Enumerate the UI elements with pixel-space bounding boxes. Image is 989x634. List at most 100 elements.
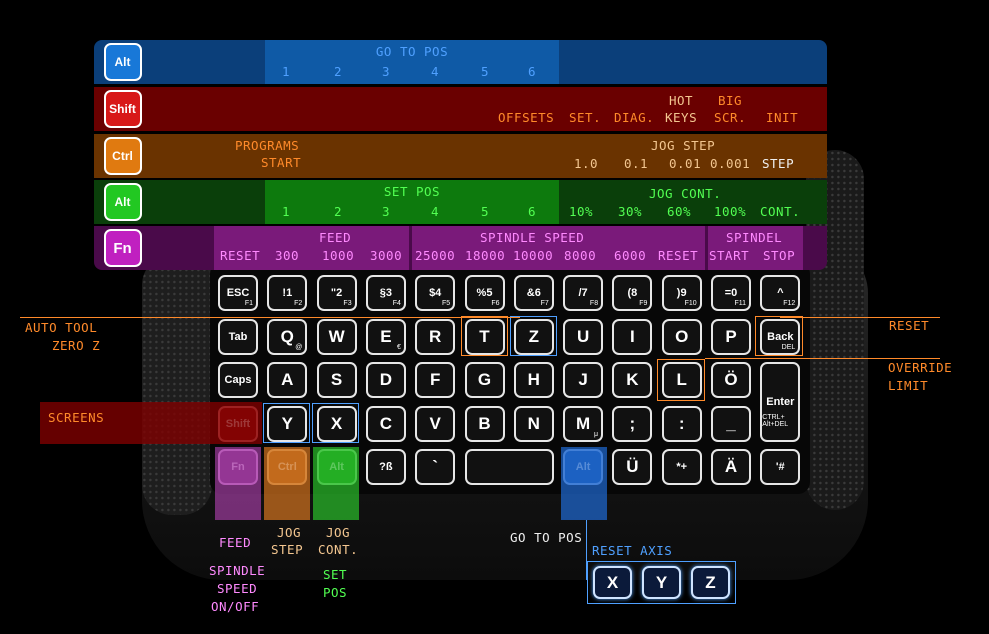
key-row5-10[interactable]: Ä [711,449,751,485]
auto-tool-label: AUTO TOOL [25,320,98,335]
reset2-label: RESET [658,248,699,263]
speed-6000: 6000 [614,248,647,263]
t-key-outline [461,316,508,356]
key-9[interactable]: : [661,406,702,442]
e-sub-label: € [396,344,401,351]
hot-label: HOT [669,93,694,108]
key-f9[interactable]: (8 F9 [612,275,653,311]
fkey-sub-label: F6 [491,300,500,307]
key-u[interactable]: U [563,319,604,355]
key-4[interactable]: V [415,406,456,442]
jog-step-0001: 0.001 [710,156,751,171]
set-pos-title: SET POS [383,184,441,199]
key-f4[interactable]: §3 F4 [365,275,406,311]
speed-8000: 8000 [564,248,597,263]
key-f3[interactable]: "2 F3 [316,275,357,311]
key-row5-8[interactable]: Ü [612,449,653,485]
set-pos-callout-1: SET [323,567,348,582]
reset-axis-box: X Y Z [587,561,736,604]
key-10[interactable]: _ [711,406,751,442]
key-p[interactable]: P [711,319,751,355]
m-sub-label: μ [594,431,599,438]
key-s[interactable]: S [316,362,357,398]
key-f11[interactable]: =0 F11 [711,275,751,311]
y-key-outline [263,403,310,443]
key-g[interactable]: G [464,362,505,398]
key-d[interactable]: D [365,362,406,398]
fkey-sub-label: F9 [639,300,648,307]
key-f[interactable]: F [415,362,456,398]
jog-cont-title: JOG CONT. [649,186,722,201]
spindle-callout-2: SPEED [217,581,258,596]
screens-label: SCREENS [48,410,105,425]
key-row5-4[interactable]: ` [415,449,456,485]
override-line [705,358,940,359]
key-3[interactable]: C [365,406,406,442]
axis-z-key[interactable]: Z [691,566,730,599]
key-o[interactable]: O [661,319,702,355]
key-f7[interactable]: &6 F7 [513,275,554,311]
fkey-sub-label: F3 [343,300,352,307]
jog-step-label: STEP [762,156,795,171]
left-speaker-grip [142,255,212,515]
feed-1000: 1000 [322,248,355,263]
fn-column-highlight [215,447,261,520]
goto-pos-title: GO TO POS [375,44,449,59]
key-caps[interactable]: Caps [218,362,258,398]
key-w[interactable]: W [316,319,357,355]
key-6[interactable]: N [513,406,554,442]
speed-10000: 10000 [513,248,554,263]
diag-label: DIAG. [614,110,655,125]
key-f10[interactable]: )9 F10 [661,275,702,311]
back-key-outline [755,316,803,356]
key-j[interactable]: J [563,362,604,398]
reset-label: RESET [220,248,261,263]
key-f5[interactable]: $4 F5 [415,275,456,311]
goto-pos-1: 1 [282,64,291,79]
ctrl-key-badge: Ctrl [103,137,142,175]
feed-title: FEED [319,230,352,245]
alt-green-key-badge: Alt [103,183,142,221]
key-7[interactable]: Mμ [563,406,604,442]
key-row5-11[interactable]: '# [760,449,801,485]
key-a[interactable]: A [267,362,308,398]
fkey-sub-label: F11 [734,300,746,307]
key-5[interactable]: B [464,406,505,442]
key-r[interactable]: R [415,319,456,355]
row-alt-goto: Alt GO TO POS 1 2 3 4 5 6 [94,40,827,84]
key-k[interactable]: K [612,362,653,398]
space-bar[interactable] [464,449,554,485]
key-i[interactable]: I [612,319,653,355]
spindle-callout-3: ON/OFF [211,599,260,614]
key-enter[interactable]: Enter CTRL+ Alt+DEL [760,362,801,442]
key-h[interactable]: H [513,362,554,398]
set-pos-2: 2 [334,204,343,219]
z-key-outline [510,316,557,356]
key-f2[interactable]: !1 F2 [267,275,308,311]
key-8[interactable]: ; [612,406,653,442]
offsets-label: OFFSETS [498,110,555,125]
ctrl-column-highlight [264,447,310,520]
init-label: INIT [766,110,799,125]
key-q[interactable]: Q @ [267,319,308,355]
key-row5-3[interactable]: ?ß [365,449,406,485]
fn-key-badge: Fn [103,229,142,267]
axis-y-key[interactable]: Y [642,566,681,599]
key-ö[interactable]: Ö [711,362,751,398]
row-ctrl: Ctrl PROGRAMS START JOG STEP 1.0 0.1 0.0… [94,134,827,178]
key-f8[interactable]: /7 F8 [563,275,604,311]
l-key-outline [657,359,705,401]
goto-pos-6: 6 [528,64,537,79]
key-f12[interactable]: ^ F12 [760,275,801,311]
spindel-title: SPINDEL [726,230,783,245]
key-row5-9[interactable]: *+ [661,449,702,485]
key-f6[interactable]: %5 F6 [464,275,505,311]
key-f1[interactable]: ESC F1 [218,275,258,311]
goto-pos-5: 5 [481,64,490,79]
key-tab[interactable]: Tab [218,319,258,355]
set-pos-1: 1 [282,204,291,219]
limit-label: LIMIT [888,378,929,393]
key-e[interactable]: E € [365,319,406,355]
axis-x-key[interactable]: X [593,566,632,599]
override-label: OVERRIDE [888,360,953,375]
